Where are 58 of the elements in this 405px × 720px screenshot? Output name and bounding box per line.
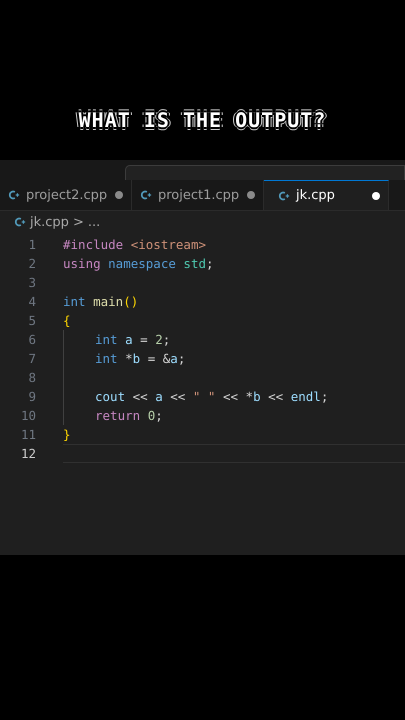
cpp-file-icon [278,190,290,202]
editor-tab[interactable]: project2.cpp [0,180,132,210]
code-text: << * [222,389,254,404]
keyword-token: int [95,351,119,366]
string-token: " " [192,389,216,404]
cpp-file-icon [140,189,152,201]
code-text: << [169,389,186,404]
editor-tab[interactable]: jk.cpp [264,180,389,210]
identifier-token: a [125,332,133,347]
line-number: 2 [27,256,36,271]
keyword-token: int [63,294,87,309]
code-text: * [125,351,133,366]
code-text: << [267,389,284,404]
keyword-token: int [95,332,119,347]
number-token: 2 [155,332,163,347]
line-number: 9 [27,389,36,404]
keyword-token: return [95,408,142,423]
line-number: 4 [27,294,36,309]
namespace-token: std [183,256,206,271]
string-token: <iostream> [130,237,206,252]
line-number: 1 [27,237,36,252]
breadcrumb-symbols[interactable]: ... [88,214,100,230]
line-number: 5 [27,313,36,328]
keyword-token: namespace [108,256,177,271]
code-text: ; [320,389,328,404]
video-caption: WHAT IS THE OUTPUT? [78,108,326,132]
function-token: main [93,294,124,309]
keyword-token: using [63,256,102,271]
code-text: ; [178,351,186,366]
line-number: 12 [20,446,36,461]
bracket-token: { [63,313,71,328]
identifier-token: b [253,389,261,404]
code-text: = [139,332,149,347]
line-number: 7 [27,351,36,366]
cpp-file-icon [14,216,26,228]
breadcrumb-file[interactable]: jk.cpp [30,214,69,230]
number-token: 0 [148,408,156,423]
directive-token: #include [63,237,124,252]
bracket-token: } [63,427,71,442]
code-text: ; [206,256,214,271]
cpp-file-icon [8,189,20,201]
identifier-token: a [155,389,163,404]
identifier-token: cout [95,389,126,404]
identifier-token: a [170,351,178,366]
line-number: 6 [27,332,36,347]
line-number: 11 [20,427,36,442]
command-center-bar[interactable] [125,165,405,180]
code-text: << [132,389,149,404]
line-number: 3 [27,275,36,290]
code-text: = & [146,351,170,366]
line-number: 8 [27,370,36,385]
code-text: ; [155,408,163,423]
bracket-token: () [123,294,138,309]
identifier-token: endl [290,389,321,404]
breadcrumb-separator: > [72,214,84,230]
line-number: 10 [20,408,36,423]
identifier-token: b [132,351,140,366]
code-text: ; [162,332,170,347]
